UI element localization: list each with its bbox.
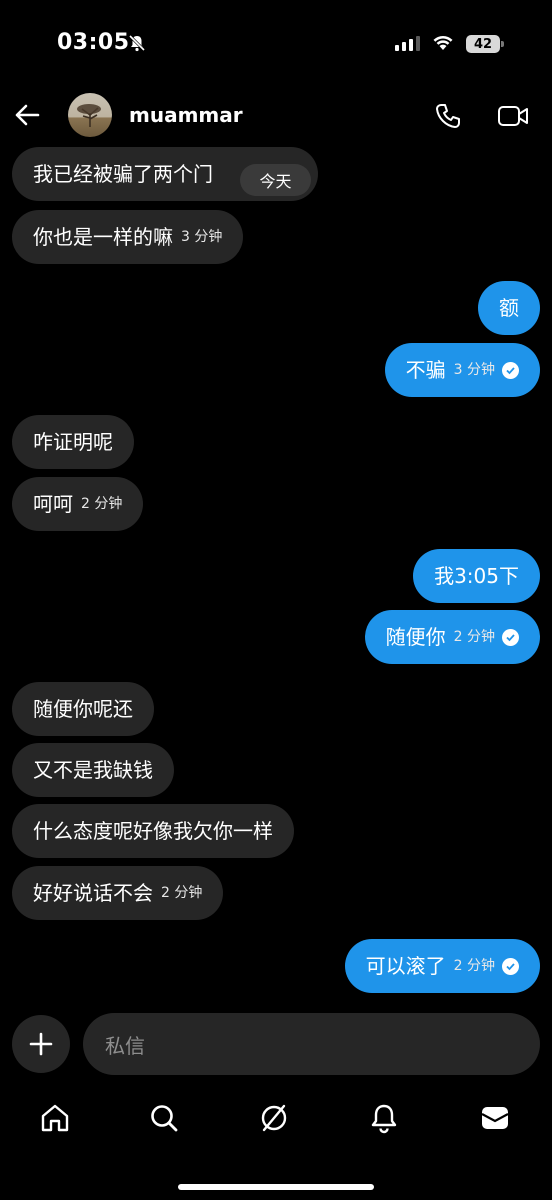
message-input-placeholder: 私信 [105, 1033, 145, 1058]
message-text: 你也是一样的嘛 [33, 225, 173, 249]
message-incoming[interactable]: 好好说话不会 2 分钟 [12, 866, 224, 920]
search-icon[interactable] [146, 1100, 182, 1136]
battery-tip [501, 41, 504, 47]
message-text: 随便你 [385, 625, 446, 649]
message-incoming[interactable]: 咋证明呢 [12, 415, 134, 469]
message-outgoing[interactable]: 随便你 2 分钟 [364, 610, 540, 664]
message-text: 又不是我缺钱 [33, 758, 153, 782]
message-text: 我已经被骗了两个门 [33, 162, 213, 186]
message-timestamp: 2 分钟 [453, 958, 495, 974]
message-timestamp: 2 分钟 [81, 496, 123, 512]
message-outgoing[interactable]: 可以滚了 2 分钟 [344, 939, 540, 993]
message-incoming[interactable]: 又不是我缺钱 [12, 743, 174, 797]
message-text: 可以滚了 [365, 954, 446, 978]
inbox-icon[interactable] [477, 1100, 513, 1136]
bell-muted-icon [128, 34, 146, 56]
message-incoming[interactable]: 随便你呢还 [12, 682, 154, 736]
message-outgoing[interactable]: 我3:05下 [413, 549, 540, 603]
seen-check-icon [502, 957, 519, 975]
message-text: 随便你呢还 [33, 697, 133, 721]
message-timestamp: 3 分钟 [181, 229, 223, 245]
plus-icon [29, 1032, 53, 1056]
message-incoming[interactable]: 你也是一样的嘛 3 分钟 [12, 210, 244, 264]
battery-indicator: 42 [466, 35, 500, 53]
home-indicator [178, 1184, 374, 1190]
home-icon[interactable] [37, 1100, 73, 1136]
seen-check-icon [502, 361, 519, 379]
message-input[interactable]: 私信 [83, 1013, 540, 1075]
message-timestamp: 2 分钟 [453, 629, 495, 645]
add-attachment-button[interactable] [12, 1015, 70, 1073]
message-incoming[interactable]: 什么态度呢好像我欠你一样 [12, 804, 294, 858]
message-outgoing[interactable]: 不骗 3 分钟 [384, 343, 540, 397]
status-time: 03:05 [57, 30, 130, 55]
message-incoming[interactable]: 呵呵 2 分钟 [12, 477, 144, 531]
seen-check-icon [502, 628, 519, 646]
message-text: 呵呵 [33, 492, 73, 516]
wifi-icon [432, 34, 454, 55]
message-timestamp: 3 分钟 [453, 362, 495, 378]
message-text: 什么态度呢好像我欠你一样 [33, 819, 273, 843]
message-text: 咋证明呢 [33, 430, 113, 454]
contact-username[interactable]: muammar [129, 103, 243, 127]
message-text: 额 [499, 296, 519, 320]
message-text: 不骗 [405, 358, 446, 382]
notifications-bell-icon[interactable] [366, 1100, 402, 1136]
threads-compass-icon[interactable] [256, 1100, 292, 1136]
cellular-signal-icon [395, 36, 420, 51]
message-text: 好好说话不会 [33, 881, 153, 905]
message-text: 我3:05下 [434, 564, 519, 588]
message-timestamp: 2 分钟 [161, 885, 203, 901]
avatar[interactable] [68, 93, 112, 137]
date-separator: 今天 [240, 164, 311, 196]
message-outgoing[interactable]: 额 [478, 281, 540, 335]
phone-call-icon[interactable] [434, 102, 462, 134]
video-call-icon[interactable] [497, 104, 529, 132]
back-arrow-icon[interactable] [14, 103, 40, 131]
